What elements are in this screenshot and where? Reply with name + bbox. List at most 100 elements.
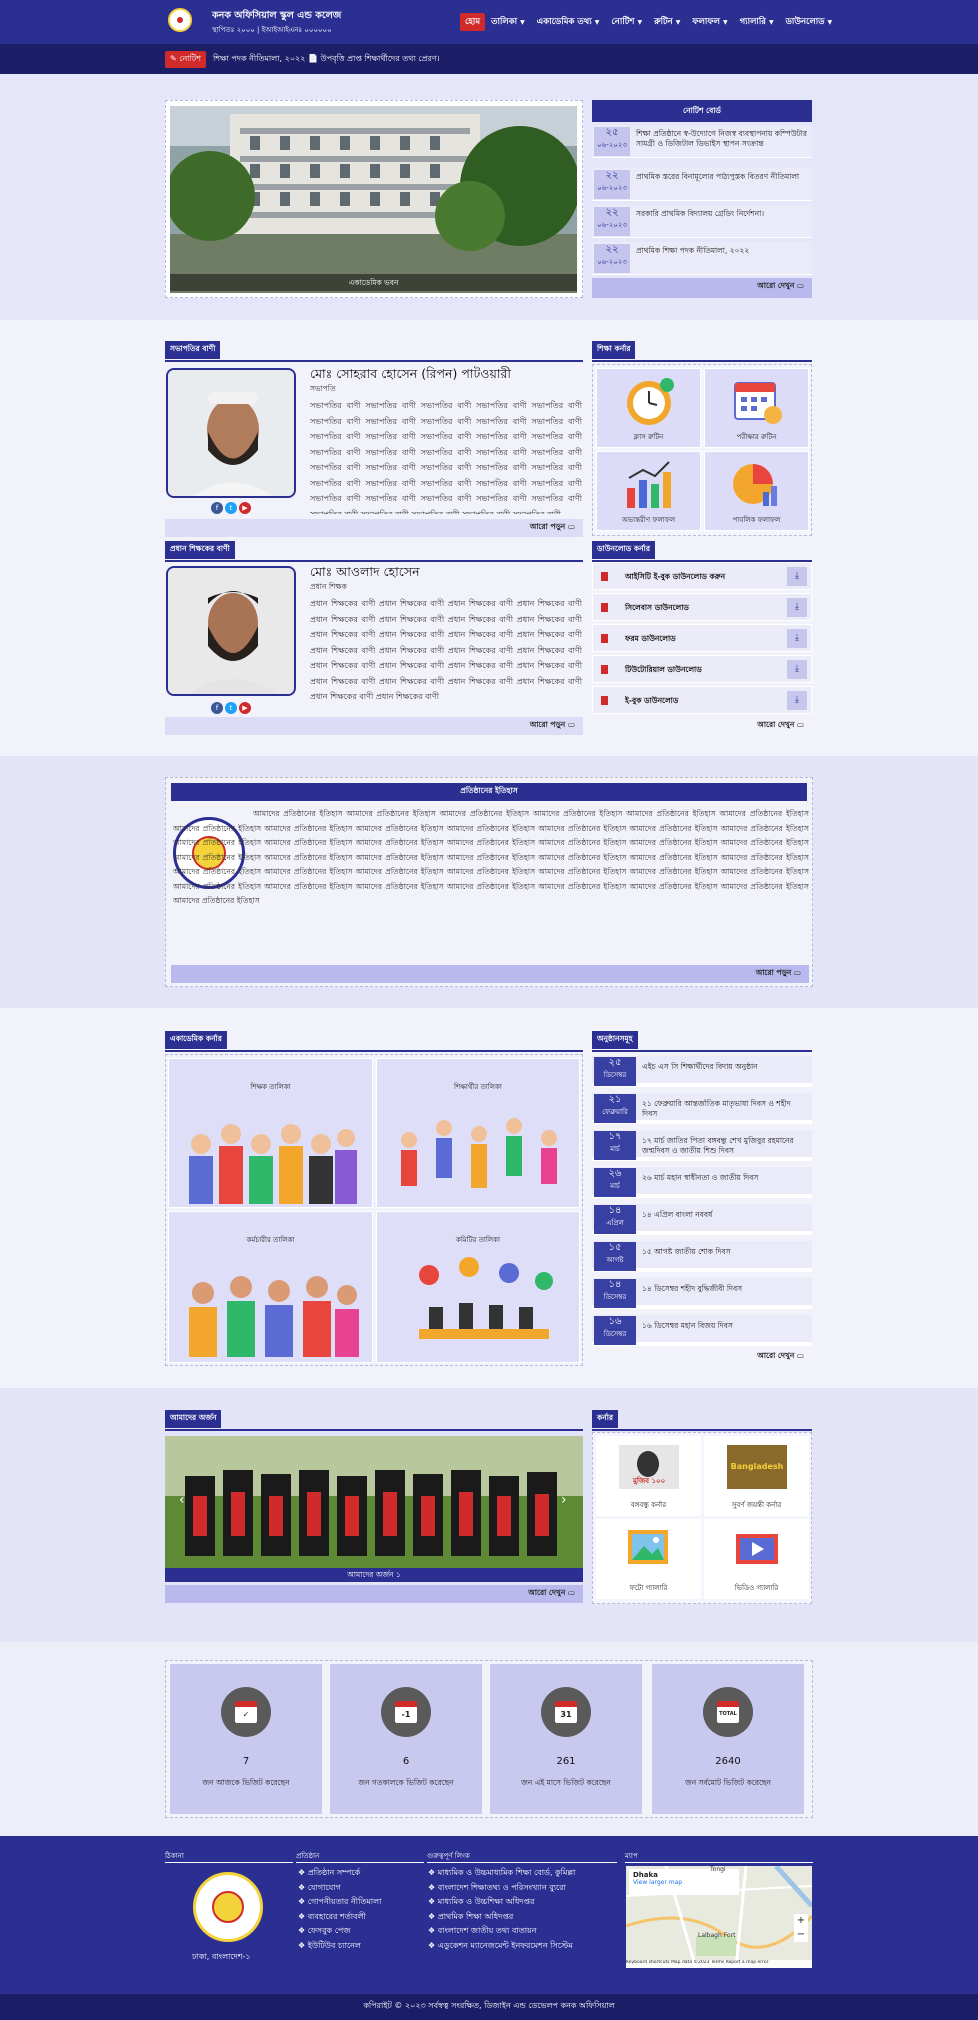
footer-institute-links: ❖ প্রতিষ্ঠান সম্পর্কে ❖ যোগাযোগ ❖ গোপনীয…: [298, 1866, 381, 1953]
pdf-icon: [601, 696, 608, 705]
president-more-link[interactable]: আরো পড়ুন ▭: [165, 519, 583, 537]
youtube-icon[interactable]: ▶: [239, 502, 251, 514]
footer-link[interactable]: ❖ প্রতিষ্ঠান সম্পর্কে: [298, 1866, 381, 1881]
divider: [165, 1050, 583, 1052]
event-date: ১৪ এপ্রিল: [594, 1205, 636, 1234]
footer-link[interactable]: ❖ এডুকেশন ম্যানেজমেন্ট ইনফরমেশন সিস্টেম: [428, 1939, 575, 1954]
ticker-text[interactable]: শিক্ষা পদক নীতিমালা, ২০২২ 📄 উপবৃত্তি প্র…: [213, 53, 440, 66]
event-item[interactable]: ১৫ আগষ্ট ১৫ আগষ্ট জাতীয় শোক দিবস: [592, 1241, 812, 1272]
footer-link[interactable]: ❖ বাংলাদেশ শিক্ষাতথ্য ও পরিসংখ্যান ব্যুর…: [428, 1881, 575, 1896]
download-item[interactable]: টিউটোরিয়াল ডাউনলোড ⤓: [592, 655, 812, 683]
social-links: f t ▶: [210, 502, 252, 514]
video-gallery-tile[interactable]: ভিডিও গ্যালারি: [704, 1519, 809, 1599]
download-item[interactable]: ফরম ডাউনলোড ⤓: [592, 624, 812, 652]
chevron-down-icon: ▼: [722, 19, 728, 26]
subarna-joyonti-tile[interactable]: Bangladesh সুবর্ণ জয়ন্তী কর্নার: [704, 1436, 809, 1516]
notice-more-link[interactable]: আরো দেখুন ▭: [592, 278, 812, 298]
student-list-tile[interactable]: শিক্ষার্থীর তালিকা: [376, 1058, 580, 1208]
internal-result-tile[interactable]: অভ্যন্তরীণ ফলাফল: [596, 451, 701, 531]
footer-link[interactable]: ❖ ফেসবুক পেজ: [298, 1924, 381, 1939]
nav-notice[interactable]: নোটিশ ▼: [611, 15, 642, 29]
bangabandhu-corner-tile[interactable]: মুজিব ১০০ বঙ্গবন্ধু কর্নার: [596, 1436, 701, 1516]
download-icon[interactable]: ⤓: [787, 567, 807, 586]
event-item[interactable]: ১৪ এপ্রিল ১৪ এপ্রিল বাংলা নববর্ষ: [592, 1204, 812, 1235]
hero-slider[interactable]: [170, 106, 577, 293]
footer-link[interactable]: ❖ ব্যবহারের শর্তাবলী: [298, 1910, 381, 1925]
nav-download[interactable]: ডাউনলোড ▼: [786, 15, 833, 29]
footer-logo: [193, 1872, 263, 1942]
exam-routine-tile[interactable]: পরীক্ষার রুটিন: [704, 368, 809, 448]
facebook-icon[interactable]: f: [211, 702, 223, 714]
notice-item[interactable]: ২৫ ০৬-২০২৩ শিক্ষা প্রতিষ্ঠানে স্ব-উদ্যোগে …: [592, 125, 812, 158]
twitter-icon[interactable]: t: [225, 702, 237, 714]
notice-item[interactable]: ২২ ০৬-২০২৩ সরকারি প্রাথমিক বিদ্যালয় গ্রেড…: [592, 205, 812, 238]
event-item[interactable]: ১৬ ডিসেম্বর ১৬ ডিসেম্বর মহান বিজয় দিবস: [592, 1315, 812, 1346]
nav-list[interactable]: তালিকা ▼: [491, 15, 525, 29]
download-item[interactable]: ই-বুক ডাউনলোড ⤓: [592, 686, 812, 714]
president-photo: [166, 368, 296, 498]
footer-important-links: ❖ মাধ্যমিক ও উচ্চমাধ্যমিক শিক্ষা বোর্ড, …: [428, 1866, 575, 1953]
nav-result[interactable]: ফলাফল ▼: [692, 15, 727, 29]
notice-item[interactable]: ২২ ০৬-২০২৩ প্রাথমিক স্তরের বিনামূল্যের পাঠ…: [592, 168, 812, 201]
event-item[interactable]: ২৬ মার্চ ২৬ মার্চ মহান স্বাধীনতা ও জাতীয় …: [592, 1167, 812, 1198]
twitter-icon[interactable]: t: [225, 502, 237, 514]
teacher-list-tile[interactable]: শিক্ষক তালিকা: [168, 1058, 373, 1208]
download-corner-title: ডাউনলোড কর্নার: [592, 541, 655, 559]
download-icon[interactable]: ⤓: [787, 629, 807, 648]
staff-list-tile[interactable]: কর্মচারীর তালিকা: [168, 1211, 373, 1363]
class-routine-tile[interactable]: ক্লাস রুটিন: [596, 368, 701, 448]
footer-link[interactable]: ❖ প্রাথমিক শিক্ষা অধিদপ্তর: [428, 1910, 575, 1925]
event-item[interactable]: ১৭ মার্চ ১৭ মার্চ জাতির পিতা বঙ্গবন্ধু শেখ…: [592, 1130, 812, 1161]
headmaster-more-link[interactable]: আরো পড়ুন ▭: [165, 717, 583, 735]
download-more-link[interactable]: আরো দেখুন ▭: [592, 717, 812, 735]
event-item[interactable]: ২৫ ডিসেম্বর এইচ এস সি শিক্ষার্থীদের বিদায়…: [592, 1056, 812, 1087]
pdf-icon: [601, 665, 608, 674]
site-name[interactable]: কনক অফিসিয়াল স্কুল এন্ড কলেজ: [212, 9, 341, 24]
calendar-check-icon: ✓: [221, 1687, 271, 1737]
footer-link[interactable]: ❖ মাধ্যমিক ও উচ্চশিক্ষা অধিদপ্তর: [428, 1895, 575, 1910]
embedded-map[interactable]: Dhaka View larger map Tongi Lalbagh Fort …: [626, 1866, 812, 1968]
footer-link[interactable]: ❖ যোগাযোগ: [298, 1881, 381, 1896]
events-more-link[interactable]: আরো দেখুন ▭: [592, 1348, 812, 1366]
nav-gallery[interactable]: গ্যালারি ▼: [740, 15, 774, 29]
calendar-month-icon: 31: [541, 1687, 591, 1737]
download-item[interactable]: আইসিটি ই-বুক ডাউনলোড করুন ⤓: [592, 562, 812, 590]
history-more-link[interactable]: আরো পড়ুন ▭: [171, 965, 809, 983]
event-date: ১৬ ডিসেম্বর: [594, 1316, 636, 1345]
download-icon[interactable]: ⤓: [787, 660, 807, 679]
map-zoom-controls[interactable]: + −: [794, 1914, 808, 1942]
footer-link[interactable]: ❖ ইউটিউব চ্যানেল: [298, 1939, 381, 1954]
event-item[interactable]: ২১ ফেব্রুয়ারি ২১ ফেব্রুয়ারি আন্তর্জাতিক …: [592, 1093, 812, 1124]
youtube-icon[interactable]: ▶: [239, 702, 251, 714]
nav-home[interactable]: হোম: [460, 13, 486, 31]
school-logo[interactable]: [168, 8, 192, 32]
notice-board-title: নোটিশ বোর্ড: [592, 100, 812, 122]
committee-list-tile[interactable]: কমিটির তালিকা: [376, 1211, 580, 1363]
nav-academic[interactable]: একাডেমিক তথ্য ▼: [537, 15, 600, 29]
class-routine-icon: [626, 378, 674, 425]
headmaster-photo: [166, 566, 296, 696]
nav-routine[interactable]: রুটিন ▼: [654, 15, 680, 29]
event-item[interactable]: ১৪ ডিসেম্বর ১৪ ডিসেম্বর শহীদ বুদ্ধিজীবী দি…: [592, 1278, 812, 1309]
yesterday-visitors: -1 6 জন গতকালকে ভিজিট করেছেন: [330, 1664, 482, 1814]
achievement-slider[interactable]: ‹ ›: [165, 1436, 583, 1568]
chevron-down-icon: ▼: [768, 19, 774, 26]
notice-item[interactable]: ২২ ০৬-২০২৩ প্রাথমিক শিক্ষা পদক নীতিমালা, ২…: [592, 242, 812, 275]
download-icon[interactable]: ⤓: [787, 691, 807, 710]
footer-link[interactable]: ❖ মাধ্যমিক ও উচ্চমাধ্যমিক শিক্ষা বোর্ড, …: [428, 1866, 575, 1881]
pdf-icon: [601, 603, 608, 612]
public-result-tile[interactable]: পাবলিক ফলাফল: [704, 451, 809, 531]
facebook-icon[interactable]: f: [211, 502, 223, 514]
divider: [165, 560, 583, 562]
download-item[interactable]: সিলেবাস ডাউনলোড ⤓: [592, 593, 812, 621]
footer-links-heading: গুরুত্বপূর্ণ লিংক: [427, 1850, 617, 1863]
achievement-more-link[interactable]: আরো দেখুন ▭: [165, 1585, 583, 1603]
view-larger-map-link[interactable]: View larger map: [633, 1879, 735, 1886]
photo-gallery-tile[interactable]: ফটো গ্যালারি: [596, 1519, 701, 1599]
footer-link[interactable]: ❖ বাংলাদেশ জাতীয় তথ্য বাতায়ন: [428, 1924, 575, 1939]
president-message: সভাপতির বাণী সভাপতির বাণী সভাপতির বাণী স…: [310, 401, 582, 514]
footer-link[interactable]: ❖ গোপনীয়তার নীতিমালা: [298, 1895, 381, 1910]
corner-title: কর্নার: [592, 1410, 619, 1428]
download-icon[interactable]: ⤓: [787, 598, 807, 617]
event-date: ১৭ মার্চ: [594, 1131, 636, 1160]
